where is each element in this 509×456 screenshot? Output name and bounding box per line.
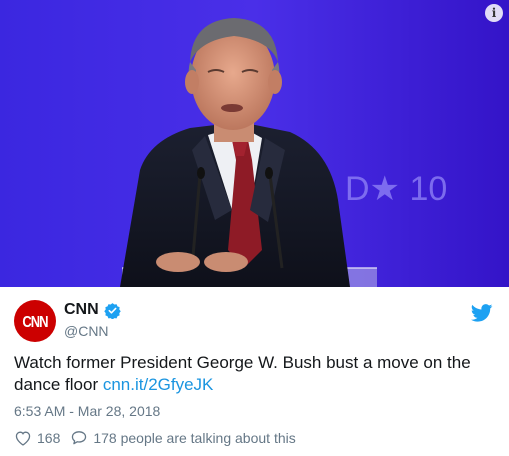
avatar-logo-text: CNN — [22, 312, 48, 330]
tweet-actions: 168 178 people are talking about this — [14, 430, 306, 446]
display-name[interactable]: CNN — [64, 301, 99, 319]
conversation-button[interactable]: 178 people are talking about this — [70, 430, 296, 446]
heart-icon — [15, 431, 31, 446]
tweet-timestamp[interactable]: 6:53 AM - Mar 28, 2018 — [14, 403, 160, 419]
avatar[interactable]: CNN — [14, 300, 56, 342]
like-count: 168 — [37, 430, 61, 446]
author-names: CNN @CNN — [64, 301, 121, 339]
like-button[interactable]: 168 — [14, 430, 60, 446]
verified-badge-icon — [103, 302, 121, 319]
backdrop-text-right: D★ 10 — [345, 170, 447, 208]
tweet-header: CNN CNN @CNN — [14, 300, 499, 344]
speech-bubble-icon — [72, 431, 87, 445]
conversation-text: 178 people are talking about this — [93, 430, 296, 446]
tweet-text-body: Watch former President George W. Bush bu… — [14, 353, 471, 394]
display-name-row: CNN — [64, 301, 121, 319]
tweet-text: Watch former President George W. Bush bu… — [14, 352, 499, 396]
twitter-bird-icon[interactable] — [471, 304, 493, 322]
tweet-media-image[interactable]: D★ 10 i — [0, 0, 509, 287]
speaker-photo: D★ 10 — [0, 0, 509, 287]
user-handle[interactable]: @CNN — [64, 323, 121, 339]
tweet-link[interactable]: cnn.it/2GfyeJK — [103, 375, 214, 394]
embedded-tweet-card: D★ 10 i CNN CNN @CNN Watch former Presid… — [0, 0, 509, 456]
info-icon[interactable]: i — [485, 4, 503, 22]
